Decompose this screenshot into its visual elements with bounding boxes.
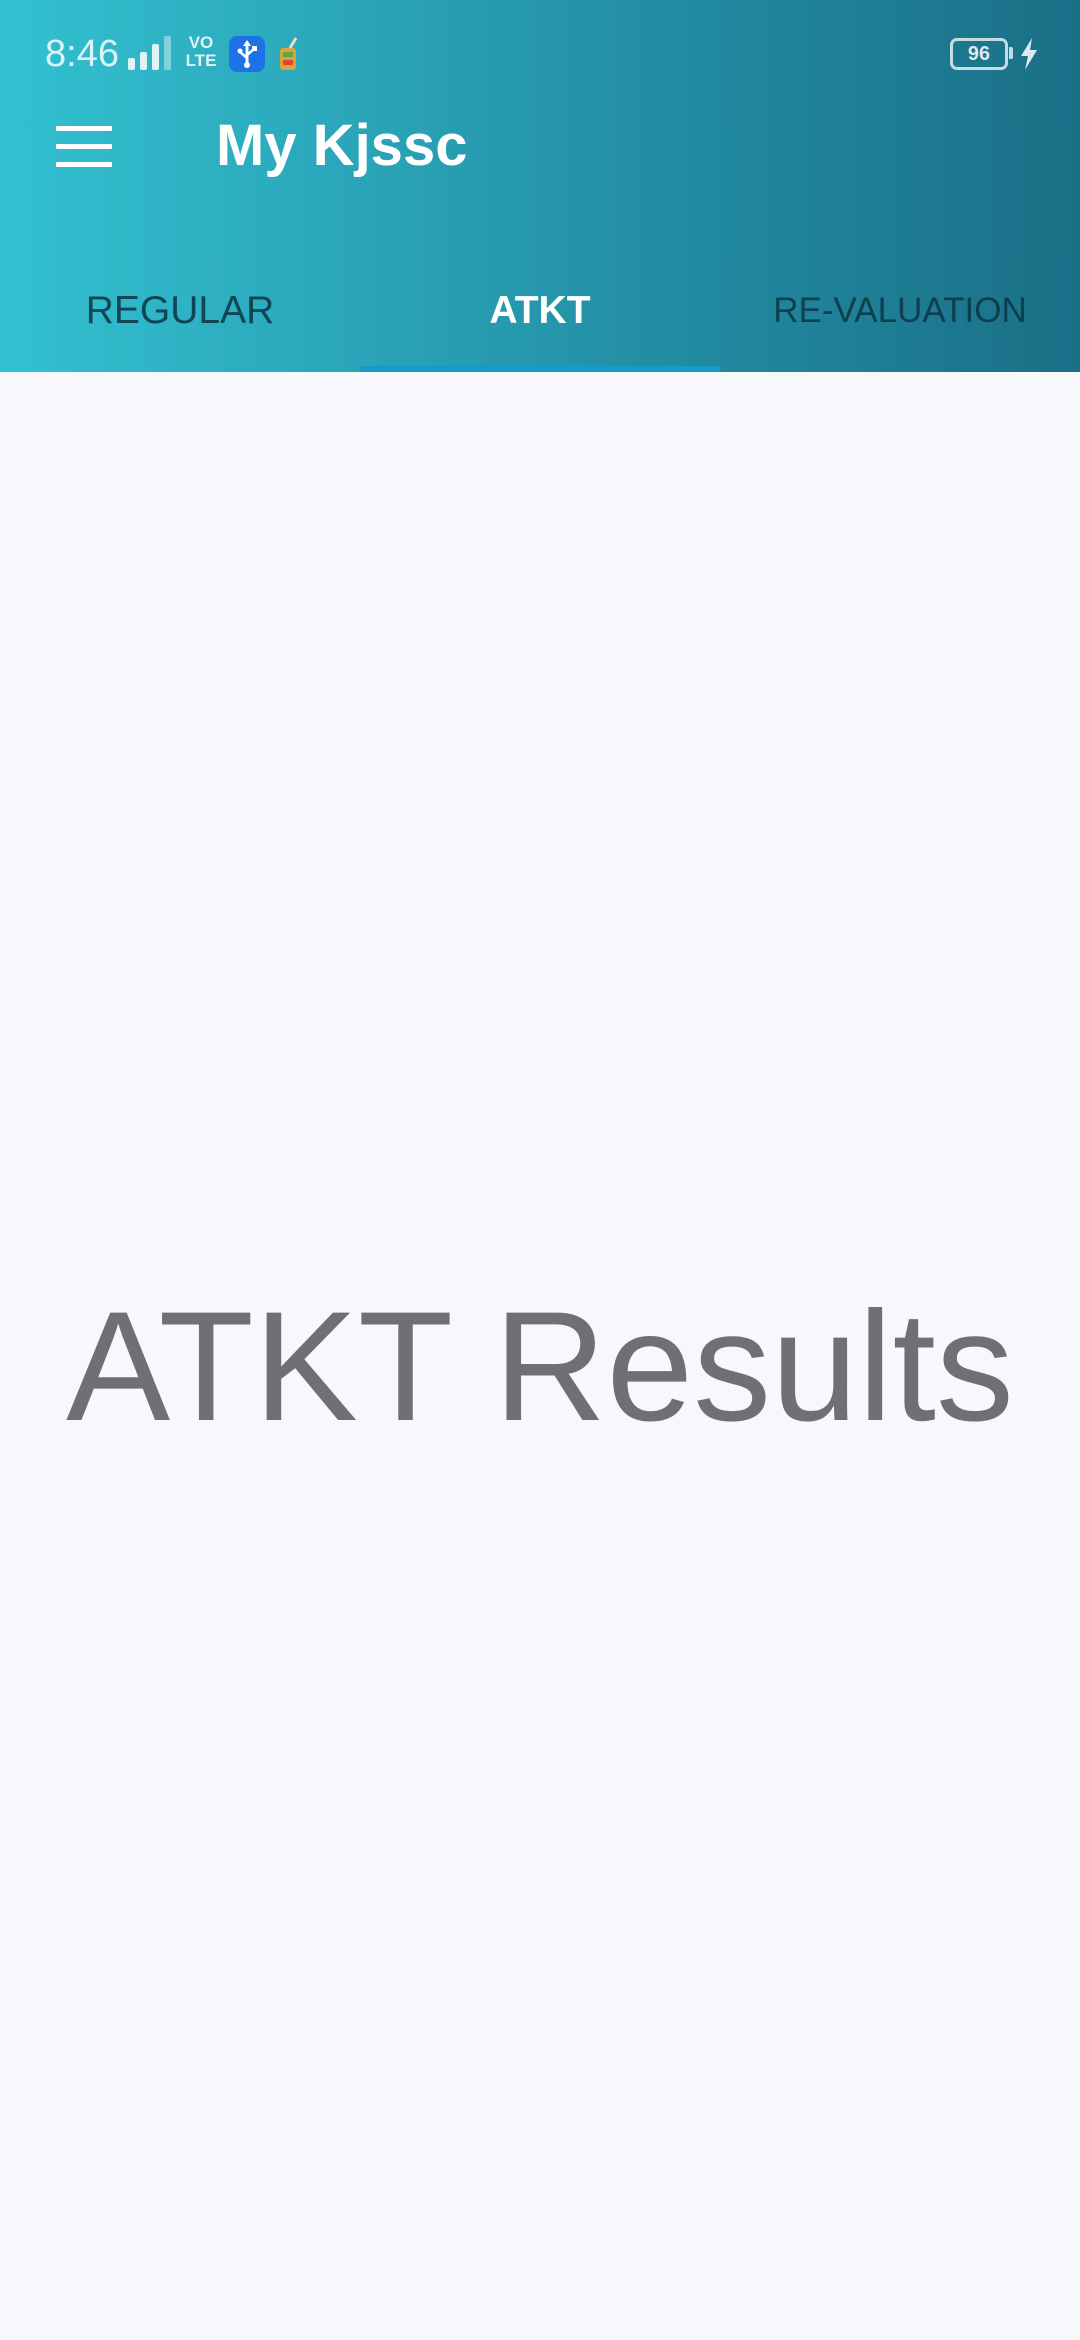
tab-label: REGULAR: [85, 289, 275, 332]
tab-regular[interactable]: REGULAR: [0, 250, 360, 372]
status-time: 8:46: [45, 33, 119, 75]
battery-icon: 96: [950, 38, 1008, 70]
tab-re-valuation[interactable]: RE-VALUATION: [720, 250, 1080, 372]
charging-icon: [1021, 38, 1037, 70]
tab-label: RE-VALUATION: [773, 291, 1027, 330]
page-title: My Kjssc: [216, 113, 468, 178]
app-header: 8:46 VO LTE 96 My Kjssc REGULAR ATKT RE-…: [0, 0, 1080, 372]
app-notification-icon: [280, 37, 298, 70]
signal-icon: [128, 36, 171, 70]
hamburger-menu-icon[interactable]: [40, 108, 126, 184]
tab-atkt[interactable]: ATKT: [360, 250, 720, 372]
results-heading: ATKT Results: [66, 1280, 1014, 1454]
status-bar: 8:46 VO LTE 96: [0, 0, 1080, 110]
tab-label: ATKT: [489, 289, 591, 332]
usb-icon: [229, 36, 265, 72]
battery-tip: [1009, 47, 1013, 59]
volte-icon: VO LTE: [185, 33, 217, 70]
screen: 8:46 VO LTE 96 My Kjssc REGULAR ATKT RE-…: [0, 0, 1080, 2340]
main-content: ATKT Results: [0, 372, 1080, 2340]
tab-bar: REGULAR ATKT RE-VALUATION: [0, 250, 1080, 372]
